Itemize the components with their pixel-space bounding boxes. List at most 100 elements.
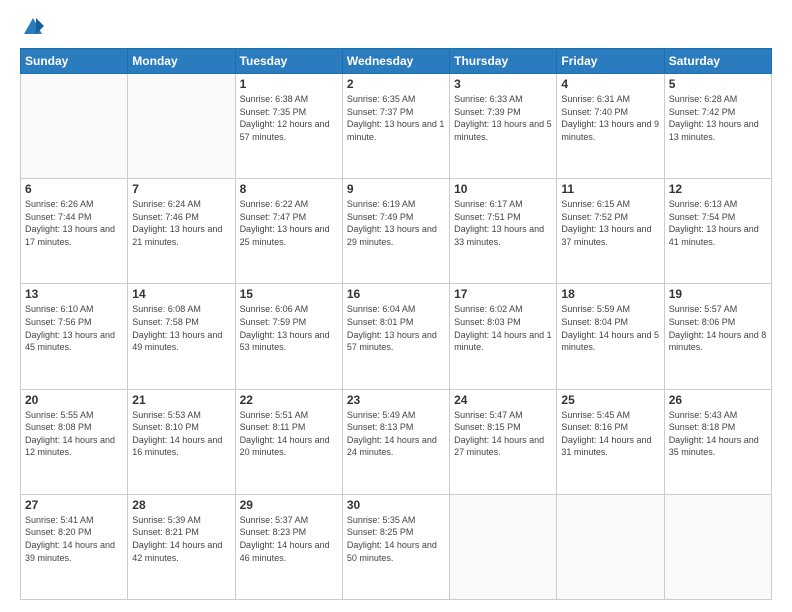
calendar-cell: 26 Sunrise: 5:43 AM Sunset: 8:18 PM Dayli… xyxy=(664,389,771,494)
day-info: Sunrise: 5:37 AM Sunset: 8:23 PM Dayligh… xyxy=(240,514,338,564)
calendar-cell: 6 Sunrise: 6:26 AM Sunset: 7:44 PM Daylig… xyxy=(21,179,128,284)
day-info: Sunrise: 6:10 AM Sunset: 7:56 PM Dayligh… xyxy=(25,303,123,353)
day-info: Sunrise: 5:49 AM Sunset: 8:13 PM Dayligh… xyxy=(347,409,445,459)
day-info: Sunrise: 6:06 AM Sunset: 7:59 PM Dayligh… xyxy=(240,303,338,353)
calendar-cell: 19Sunrise: 5:57 AM Sunset: 8:06 PM Dayli… xyxy=(664,284,771,389)
logo-icon xyxy=(22,16,44,38)
calendar-cell xyxy=(557,494,664,599)
day-number: 14 xyxy=(132,287,230,301)
calendar-cell: 20 Sunrise: 5:55 AM Sunset: 8:08 PM Dayli… xyxy=(21,389,128,494)
day-number: 15 xyxy=(240,287,338,301)
calendar-cell: 24 Sunrise: 5:47 AM Sunset: 8:15 PM Dayli… xyxy=(450,389,557,494)
day-info: Sunrise: 5:35 AM Sunset: 8:25 PM Dayligh… xyxy=(347,514,445,564)
calendar-cell: 8Sunrise: 6:22 AM Sunset: 7:47 PM Daylig… xyxy=(235,179,342,284)
calendar-cell: 27Sunrise: 5:41 AM Sunset: 8:20 PM Dayli… xyxy=(21,494,128,599)
calendar-cell: 9Sunrise: 6:19 AM Sunset: 7:49 PM Daylig… xyxy=(342,179,449,284)
day-number: 30 xyxy=(347,498,445,512)
day-info: Sunrise: 5:53 AM Sunset: 8:10 PM Dayligh… xyxy=(132,409,230,459)
day-number: 24 xyxy=(454,393,552,407)
calendar-cell: 12 Sunrise: 6:13 AM Sunset: 7:54 PM Dayli… xyxy=(664,179,771,284)
calendar-cell: 7 Sunrise: 6:24 AM Sunset: 7:46 PM Daylig… xyxy=(128,179,235,284)
day-info: Sunrise: 6:35 AM Sunset: 7:37 PM Dayligh… xyxy=(347,93,445,143)
day-number: 26 xyxy=(669,393,767,407)
day-info: Sunrise: 6:04 AM Sunset: 8:01 PM Dayligh… xyxy=(347,303,445,353)
day-number: 4 xyxy=(561,77,659,91)
calendar-cell: 29 Sunrise: 5:37 AM Sunset: 8:23 PM Dayli… xyxy=(235,494,342,599)
day-number: 7 xyxy=(132,182,230,196)
day-number: 12 xyxy=(669,182,767,196)
day-number: 8 xyxy=(240,182,338,196)
day-number: 17 xyxy=(454,287,552,301)
calendar-cell: 28 Sunrise: 5:39 AM Sunset: 8:21 PM Dayli… xyxy=(128,494,235,599)
day-info: Sunrise: 5:45 AM Sunset: 8:16 PM Dayligh… xyxy=(561,409,659,459)
calendar-cell: 13 Sunrise: 6:10 AM Sunset: 7:56 PM Dayli… xyxy=(21,284,128,389)
calendar-cell: 11 Sunrise: 6:15 AM Sunset: 7:52 PM Dayli… xyxy=(557,179,664,284)
calendar-cell: 30 Sunrise: 5:35 AM Sunset: 8:25 PM Dayli… xyxy=(342,494,449,599)
calendar-cell: 2 Sunrise: 6:35 AM Sunset: 7:37 PM Daylig… xyxy=(342,74,449,179)
calendar-cell: 23 Sunrise: 5:49 AM Sunset: 8:13 PM Dayli… xyxy=(342,389,449,494)
calendar-cell: 25 Sunrise: 5:45 AM Sunset: 8:16 PM Dayli… xyxy=(557,389,664,494)
day-number: 5 xyxy=(669,77,767,91)
day-info: Sunrise: 5:43 AM Sunset: 8:18 PM Dayligh… xyxy=(669,409,767,459)
day-number: 6 xyxy=(25,182,123,196)
calendar-cell: 1 Sunrise: 6:38 AM Sunset: 7:35 PM Daylig… xyxy=(235,74,342,179)
day-number: 27 xyxy=(25,498,123,512)
calendar-cell: 15 Sunrise: 6:06 AM Sunset: 7:59 PM Dayli… xyxy=(235,284,342,389)
day-info: Sunrise: 5:55 AM Sunset: 8:08 PM Dayligh… xyxy=(25,409,123,459)
day-info: Sunrise: 5:47 AM Sunset: 8:15 PM Dayligh… xyxy=(454,409,552,459)
day-info: Sunrise: 6:38 AM Sunset: 7:35 PM Dayligh… xyxy=(240,93,338,143)
day-number: 25 xyxy=(561,393,659,407)
day-info: Sunrise: 6:15 AM Sunset: 7:52 PM Dayligh… xyxy=(561,198,659,248)
calendar-cell: 5 Sunrise: 6:28 AM Sunset: 7:42 PM Daylig… xyxy=(664,74,771,179)
day-info: Sunrise: 6:28 AM Sunset: 7:42 PM Dayligh… xyxy=(669,93,767,143)
day-info: Sunrise: 6:26 AM Sunset: 7:44 PM Dayligh… xyxy=(25,198,123,248)
calendar-header-wednesday: Wednesday xyxy=(342,49,449,74)
calendar-cell: 21 Sunrise: 5:53 AM Sunset: 8:10 PM Dayli… xyxy=(128,389,235,494)
calendar-header-monday: Monday xyxy=(128,49,235,74)
page: SundayMondayTuesdayWednesdayThursdayFrid… xyxy=(0,0,792,612)
day-info: Sunrise: 5:51 AM Sunset: 8:11 PM Dayligh… xyxy=(240,409,338,459)
day-number: 10 xyxy=(454,182,552,196)
day-number: 20 xyxy=(25,393,123,407)
calendar-cell: 10 Sunrise: 6:17 AM Sunset: 7:51 PM Dayli… xyxy=(450,179,557,284)
day-number: 11 xyxy=(561,182,659,196)
calendar-header-friday: Friday xyxy=(557,49,664,74)
calendar-cell xyxy=(21,74,128,179)
day-number: 22 xyxy=(240,393,338,407)
day-number: 13 xyxy=(25,287,123,301)
day-number: 29 xyxy=(240,498,338,512)
calendar-cell: 22 Sunrise: 5:51 AM Sunset: 8:11 PM Dayli… xyxy=(235,389,342,494)
calendar-header-sunday: Sunday xyxy=(21,49,128,74)
day-info: Sunrise: 6:19 AM Sunset: 7:49 PM Dayligh… xyxy=(347,198,445,248)
day-number: 2 xyxy=(347,77,445,91)
day-info: Sunrise: 6:31 AM Sunset: 7:40 PM Dayligh… xyxy=(561,93,659,143)
day-number: 3 xyxy=(454,77,552,91)
calendar-header-thursday: Thursday xyxy=(450,49,557,74)
calendar-week-row: 13 Sunrise: 6:10 AM Sunset: 7:56 PM Dayli… xyxy=(21,284,772,389)
calendar-table: SundayMondayTuesdayWednesdayThursdayFrid… xyxy=(20,48,772,600)
day-number: 1 xyxy=(240,77,338,91)
calendar-cell: 18 Sunrise: 5:59 AM Sunset: 8:04 PM Dayli… xyxy=(557,284,664,389)
calendar-cell: 14 Sunrise: 6:08 AM Sunset: 7:58 PM Dayli… xyxy=(128,284,235,389)
day-info: Sunrise: 6:17 AM Sunset: 7:51 PM Dayligh… xyxy=(454,198,552,248)
calendar-cell xyxy=(128,74,235,179)
calendar-week-row: 6 Sunrise: 6:26 AM Sunset: 7:44 PM Daylig… xyxy=(21,179,772,284)
day-info: Sunrise: 6:33 AM Sunset: 7:39 PM Dayligh… xyxy=(454,93,552,143)
calendar-week-row: 27Sunrise: 5:41 AM Sunset: 8:20 PM Dayli… xyxy=(21,494,772,599)
calendar-cell: 16Sunrise: 6:04 AM Sunset: 8:01 PM Dayli… xyxy=(342,284,449,389)
day-number: 28 xyxy=(132,498,230,512)
day-info: Sunrise: 6:13 AM Sunset: 7:54 PM Dayligh… xyxy=(669,198,767,248)
calendar-header-saturday: Saturday xyxy=(664,49,771,74)
calendar-cell: 3 Sunrise: 6:33 AM Sunset: 7:39 PM Daylig… xyxy=(450,74,557,179)
day-number: 18 xyxy=(561,287,659,301)
day-info: Sunrise: 6:02 AM Sunset: 8:03 PM Dayligh… xyxy=(454,303,552,353)
day-info: Sunrise: 6:24 AM Sunset: 7:46 PM Dayligh… xyxy=(132,198,230,248)
day-number: 23 xyxy=(347,393,445,407)
calendar-week-row: 1 Sunrise: 6:38 AM Sunset: 7:35 PM Daylig… xyxy=(21,74,772,179)
calendar-week-row: 20 Sunrise: 5:55 AM Sunset: 8:08 PM Dayli… xyxy=(21,389,772,494)
day-number: 21 xyxy=(132,393,230,407)
calendar-cell xyxy=(450,494,557,599)
day-info: Sunrise: 5:39 AM Sunset: 8:21 PM Dayligh… xyxy=(132,514,230,564)
day-info: Sunrise: 5:59 AM Sunset: 8:04 PM Dayligh… xyxy=(561,303,659,353)
day-info: Sunrise: 6:08 AM Sunset: 7:58 PM Dayligh… xyxy=(132,303,230,353)
